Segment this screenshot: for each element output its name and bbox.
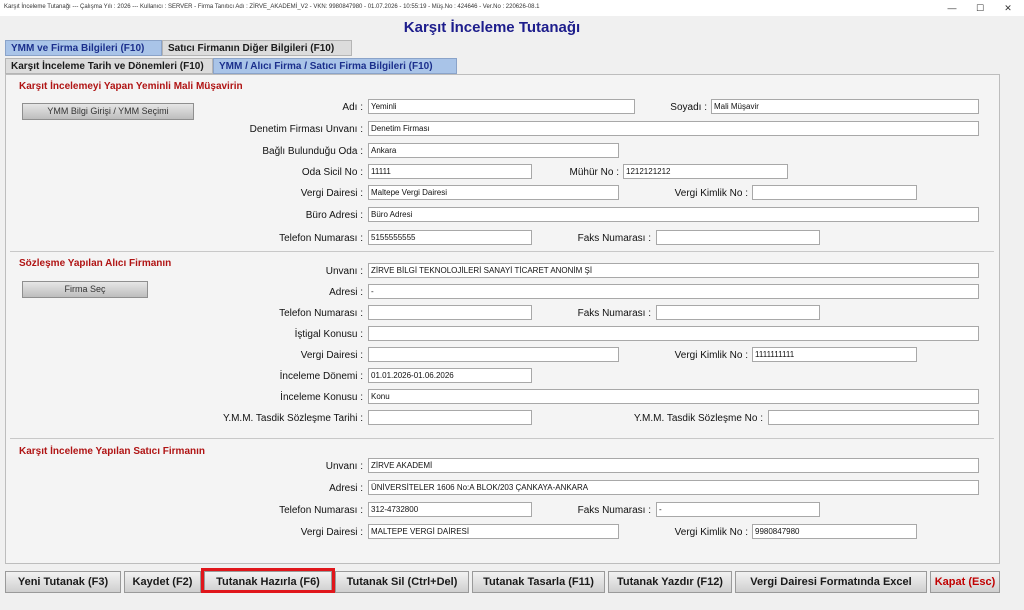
firma-sec-button[interactable]: Firma Seç	[22, 281, 148, 298]
tab-ymm-alici-satici[interactable]: YMM / Alıcı Firma / Satıcı Firma Bilgile…	[213, 58, 457, 74]
label-sozlesme-tarihi: Y.M.M. Tasdik Sözleşme Tarihi :	[222, 413, 363, 424]
muhur-field[interactable]: 1212121212	[623, 164, 788, 179]
ymm-adi-field[interactable]: Yeminli	[368, 99, 635, 114]
label-unvan2: Unvanı :	[325, 266, 363, 277]
label-oda: Bağlı Bulunduğu Oda :	[262, 146, 363, 157]
section-satici-title: Karşıt İnceleme Yapılan Satıcı Firmanın	[19, 446, 206, 457]
tutanak-tasarla-button[interactable]: Tutanak Tasarla (F11)	[472, 571, 605, 593]
label-vkn2: Vergi Kimlik No :	[674, 350, 748, 361]
label-soyadi: Soyadı :	[670, 102, 707, 113]
alici-faks-field[interactable]	[656, 305, 820, 320]
buro-adresi-field[interactable]: Büro Adresi	[368, 207, 979, 222]
satici-unvan-field[interactable]: ZİRVE AKADEMİ	[368, 458, 979, 473]
satici-faks-field[interactable]: -	[656, 502, 820, 517]
excel-export-button[interactable]: Vergi Dairesi Formatında Excel	[735, 571, 927, 593]
satici-vkn-field[interactable]: 9980847980	[752, 524, 917, 539]
label-sozlesme-no: Y.M.M. Tasdik Sözleşme No :	[633, 413, 763, 424]
satici-adres-field[interactable]: ÜNİVERSİTELER 1606 No:A BLOK/203 ÇANKAYA…	[368, 480, 979, 495]
label-vkn1: Vergi Kimlik No :	[674, 188, 748, 199]
tab-satici-diger-bilgileri[interactable]: Satıcı Firmanın Diğer Bilgileri (F10)	[162, 40, 352, 56]
yeni-tutanak-button[interactable]: Yeni Tutanak (F3)	[5, 571, 121, 593]
label-vkn3: Vergi Kimlik No :	[674, 527, 748, 538]
ymm-soyadi-field[interactable]: Mali Müşavir	[711, 99, 979, 114]
alici-vergi-dairesi-field[interactable]	[368, 347, 619, 362]
section-ymm-title: Karşıt İncelemeyi Yapan Yeminli Mali Müş…	[19, 81, 243, 92]
label-adres2: Adresi :	[329, 287, 363, 298]
satici-telefon-field[interactable]: 312-4732800	[368, 502, 532, 517]
sozlesme-no-field[interactable]	[768, 410, 979, 425]
maximize-icon[interactable]: ☐	[968, 1, 992, 15]
label-tel3: Telefon Numarası :	[279, 505, 363, 516]
page-title: Karşıt İnceleme Tutanağı	[403, 19, 581, 36]
label-adres3: Adresi :	[329, 483, 363, 494]
section-divider	[10, 251, 994, 252]
alici-adres-field[interactable]: -	[368, 284, 979, 299]
section-alici-title: Sözleşme Yapılan Alıcı Firmanın	[19, 258, 172, 269]
label-buro: Büro Adresi :	[305, 210, 363, 221]
label-muhur: Mühür No :	[569, 167, 619, 178]
kapat-button[interactable]: Kapat (Esc)	[930, 571, 1000, 593]
inceleme-donemi-field[interactable]: 01.01.2026-01.06.2026	[368, 368, 532, 383]
label-vd1: Vergi Dairesi :	[300, 188, 363, 199]
ymm-select-button[interactable]: YMM Bilgi Girişi / YMM Seçimi	[22, 103, 194, 120]
section-divider	[10, 438, 994, 439]
label-faks3: Faks Numarası :	[577, 505, 651, 516]
alici-unvan-field[interactable]: ZİRVE BİLGİ TEKNOLOJİLERİ SANAYİ TİCARET…	[368, 263, 979, 278]
close-icon[interactable]: ✕	[996, 1, 1020, 15]
ymm-vkn-field[interactable]	[752, 185, 917, 200]
istigal-konusu-field[interactable]	[368, 326, 979, 341]
ymm-telefon-field[interactable]: 5155555555	[368, 230, 532, 245]
label-vd3: Vergi Dairesi :	[300, 527, 363, 538]
label-donem: İnceleme Dönemi :	[279, 371, 363, 382]
tutanak-yazdir-button[interactable]: Tutanak Yazdır (F12)	[608, 571, 732, 593]
label-tel1: Telefon Numarası :	[279, 233, 363, 244]
label-konu: İnceleme Konusu :	[280, 392, 363, 403]
window-titlebar: Karşıt İnceleme Tutanağı --- Çalışma Yıl…	[0, 0, 1024, 16]
kaydet-button[interactable]: Kaydet (F2)	[124, 571, 201, 593]
label-sicil: Oda Sicil No :	[301, 167, 363, 178]
label-denetim: Denetim Firması Unvanı :	[249, 124, 363, 135]
satici-vergi-dairesi-field[interactable]: MALTEPE VERGİ DAİRESİ	[368, 524, 619, 539]
denetim-firmasi-field[interactable]: Denetim Firması	[368, 121, 979, 136]
label-tel2: Telefon Numarası :	[279, 308, 363, 319]
alici-vkn-field[interactable]: 1111111111	[752, 347, 917, 362]
tab-tarih-donemleri[interactable]: Karşıt İnceleme Tarih ve Dönemleri (F10)	[5, 58, 213, 74]
label-adi: Adı :	[342, 102, 363, 113]
label-istigal: İştigal Konusu :	[294, 329, 363, 340]
alici-telefon-field[interactable]	[368, 305, 532, 320]
ymm-vergi-dairesi-field[interactable]: Maltepe Vergi Dairesi	[368, 185, 619, 200]
sozlesme-tarihi-field[interactable]	[368, 410, 532, 425]
ymm-faks-field[interactable]	[656, 230, 820, 245]
label-unvan3: Unvanı :	[325, 461, 363, 472]
oda-sicil-field[interactable]: 11111	[368, 164, 532, 179]
minimize-icon[interactable]: —	[940, 1, 964, 15]
highlight-box	[201, 568, 335, 593]
label-vd2: Vergi Dairesi :	[300, 350, 363, 361]
oda-field[interactable]: Ankara	[368, 143, 619, 158]
tutanak-sil-button[interactable]: Tutanak Sil (Ctrl+Del)	[335, 571, 469, 593]
window-title: Karşıt İnceleme Tutanağı --- Çalışma Yıl…	[4, 4, 540, 10]
label-faks2: Faks Numarası :	[577, 308, 651, 319]
label-faks1: Faks Numarası :	[577, 233, 651, 244]
tab-ymm-firma-bilgileri[interactable]: YMM ve Firma Bilgileri (F10)	[5, 40, 162, 56]
inceleme-konusu-field[interactable]: Konu	[368, 389, 979, 404]
